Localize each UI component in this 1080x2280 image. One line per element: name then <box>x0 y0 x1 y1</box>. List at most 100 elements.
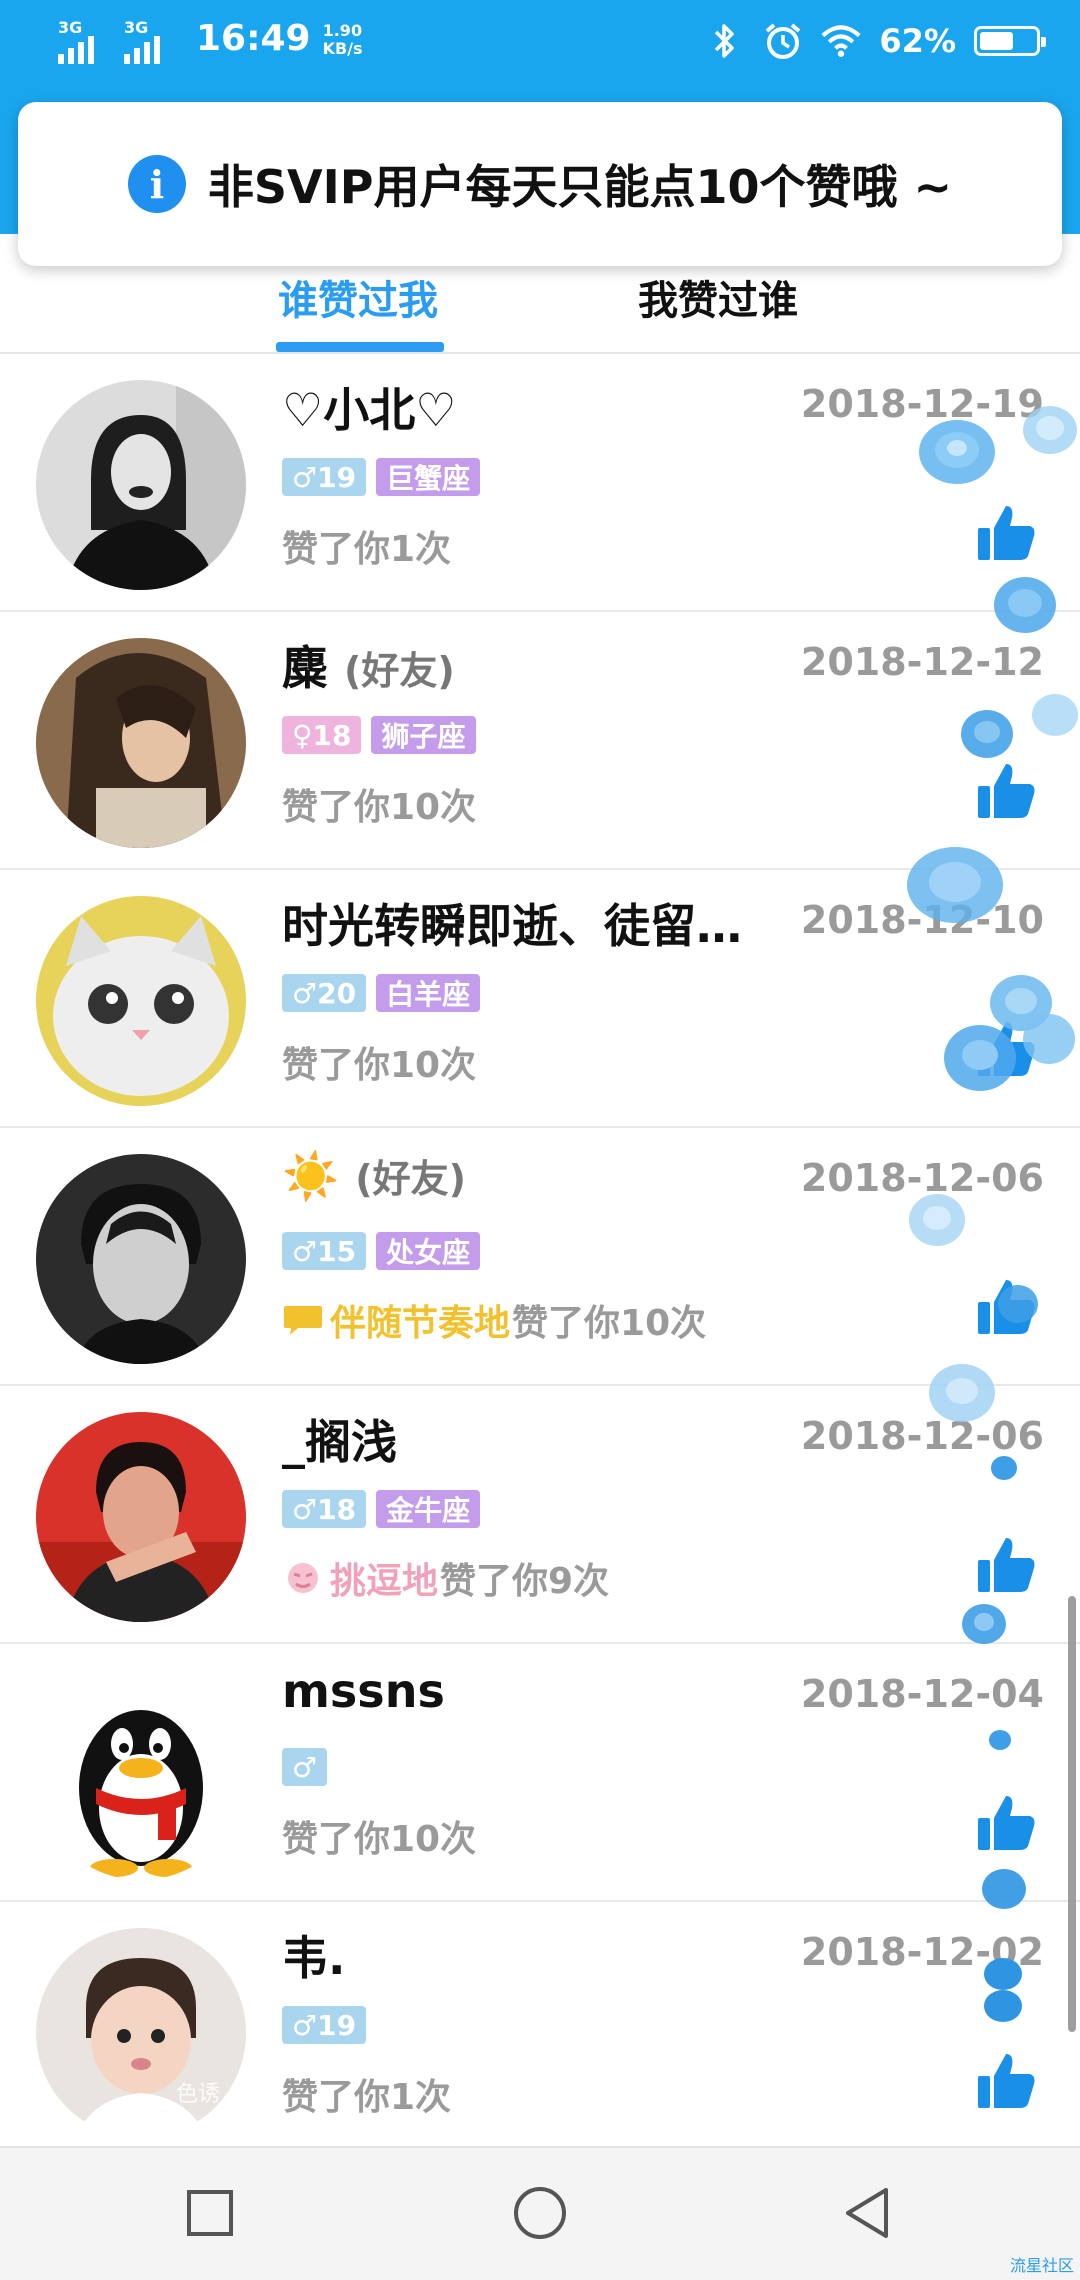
friend-tag: (好友) <box>344 649 455 693</box>
network-speed-value: 1.90 <box>322 21 363 40</box>
avatar[interactable] <box>36 1670 246 1880</box>
tab-who-i-liked[interactable]: 我赞过谁 <box>638 268 798 326</box>
blue-rose-decoration-icon <box>998 1285 1038 1323</box>
user-name: mssns <box>282 1664 445 1718</box>
list-item[interactable]: ☀️ (好友) 2018-12-06 ♂ 15 处女座 伴随节奏地 赞了你10次 <box>0 1128 1080 1386</box>
list-scrollbar[interactable] <box>1068 1596 1076 2032</box>
list-item[interactable]: _搁浅 2018-12-06 ♂ 18 金牛座 挑逗地 赞了你9次 <box>0 1386 1080 1644</box>
music-bubble-icon <box>284 1306 322 1335</box>
like-tone-text: 挑逗地 <box>330 1561 439 1602</box>
info-icon: i <box>127 155 186 213</box>
zodiac-badge: 处女座 <box>376 1232 481 1270</box>
user-name: 时光转瞬即逝、徒留… <box>282 890 742 956</box>
bluetooth-icon <box>705 21 745 61</box>
gender-age-badge: ♂ 18 <box>282 1490 367 1528</box>
signal-2: 3G <box>124 18 182 64</box>
status-bar: 3G 3G 16:49 1.90 KB/s 62% <box>0 0 1080 84</box>
blue-rose-decoration-icon <box>929 1364 995 1422</box>
age-text: 19 <box>317 2008 357 2042</box>
svip-limit-toast: i 非SVIP用户每天只能点10个赞哦 ~ <box>18 102 1062 266</box>
flirt-face-icon <box>288 1563 318 1593</box>
like-date: 2018-12-04 <box>800 1672 1044 1716</box>
status-bar-right: 62% <box>705 18 1046 64</box>
gender-symbol: ♂ <box>292 460 318 494</box>
thumbs-up-icon[interactable] <box>976 502 1038 564</box>
user-name-text: mssns <box>282 1664 445 1718</box>
thumbs-up-icon[interactable] <box>976 1792 1038 1854</box>
signal-1-label: 3G <box>58 18 83 37</box>
toast-message: 非SVIP用户每天只能点10个赞哦 ~ <box>207 160 953 214</box>
liked-count: 挑逗地 赞了你9次 <box>282 1552 609 1604</box>
system-nav-bar: 流星社区 <box>0 2146 1080 2280</box>
home-button[interactable] <box>495 2168 585 2258</box>
gender-age-badge: ♂ 20 <box>282 974 367 1012</box>
list-item[interactable]: 色诱 韦. 2018-12-02 ♂ 19 赞了你1次 <box>0 1902 1080 2160</box>
liked-count-text: 赞了你1次 <box>282 2077 452 2118</box>
signal-1-bars-icon <box>58 36 94 64</box>
user-name: ♡小北♡ <box>282 374 456 440</box>
blue-rose-decoration-icon <box>909 1194 965 1246</box>
liked-count-text: 赞了你1次 <box>282 529 452 570</box>
thumbs-up-icon[interactable] <box>976 760 1038 822</box>
age-text: 19 <box>317 460 357 494</box>
clock: 16:49 <box>196 18 311 59</box>
blue-rose-decoration-icon <box>961 710 1013 758</box>
liked-count: 赞了你10次 <box>282 1036 476 1088</box>
gender-symbol: ♂ <box>292 1492 318 1526</box>
user-badges: ♂ 19 巨蟹座 <box>282 458 481 496</box>
active-tab-indicator <box>276 342 444 352</box>
blue-rose-decoration-icon <box>907 847 1003 923</box>
liked-count: 赞了你1次 <box>282 2068 451 2120</box>
gender-age-badge: ♂ <box>282 1748 328 1786</box>
liked-count-text: 赞了你10次 <box>512 1303 707 1344</box>
list-item[interactable]: 麋 (好友) 2018-12-12 ♀ 18 狮子座 赞了你10次 <box>0 612 1080 870</box>
gender-symbol: ♂ <box>292 2008 318 2042</box>
recents-button[interactable] <box>165 2168 255 2258</box>
avatar[interactable] <box>36 638 246 848</box>
blue-rose-decoration-icon <box>1023 406 1077 454</box>
zodiac-badge: 狮子座 <box>371 716 476 754</box>
status-bar-left: 3G 3G 16:49 1.90 KB/s <box>58 14 363 64</box>
user-name-text: ♡小北♡ <box>282 383 457 437</box>
avatar[interactable]: 色诱 <box>36 1928 246 2138</box>
user-badges: ♂ 20 白羊座 <box>282 974 481 1012</box>
liked-count-text: 赞了你9次 <box>440 1561 610 1602</box>
liked-count: 伴随节奏地 赞了你10次 <box>282 1294 706 1346</box>
thumbs-up-icon[interactable] <box>976 1534 1038 1596</box>
avatar[interactable] <box>36 1154 246 1364</box>
age-text: 15 <box>317 1234 357 1268</box>
tab-who-liked-me[interactable]: 谁赞过我 <box>278 268 438 326</box>
user-name: 麋 (好友) <box>282 632 455 698</box>
avatar[interactable] <box>36 380 246 590</box>
user-name: 韦. <box>282 1922 345 1988</box>
blue-rose-decoration-icon <box>919 420 995 484</box>
back-button[interactable] <box>822 2168 912 2258</box>
age-text: 20 <box>317 976 357 1010</box>
user-badges: ♀ 18 狮子座 <box>282 716 476 754</box>
signal-1: 3G <box>58 18 116 64</box>
user-name: ☀️ (好友) <box>282 1148 466 1204</box>
friend-tag: (好友) <box>355 1157 467 1201</box>
age-text: 18 <box>317 1492 357 1526</box>
user-badges: ♂ <box>282 1748 328 1786</box>
zodiac-badge: 白羊座 <box>376 974 481 1012</box>
likes-list: ♡小北♡ 2018-12-19 ♂ 19 巨蟹座 赞了你1次 麋 (好友) 2018… <box>0 354 1080 2160</box>
like-date: 2018-12-06 <box>800 1414 1044 1458</box>
gender-symbol: ♂ <box>292 976 318 1010</box>
user-name-text: 麋 <box>282 641 328 695</box>
avatar-watermark-text: 色诱 <box>176 2082 221 2107</box>
avatar[interactable] <box>36 896 246 1106</box>
blue-rose-decoration-icon <box>984 1958 1022 2022</box>
liked-count-text: 赞了你10次 <box>282 787 477 828</box>
user-name-text: 时光转瞬即逝、徒留… <box>282 899 742 953</box>
user-badges: ♂ 15 处女座 <box>282 1232 481 1270</box>
thumbs-up-icon[interactable] <box>976 2050 1038 2112</box>
blue-rose-decoration-icon <box>989 1730 1011 1750</box>
avatar[interactable] <box>36 1412 246 1622</box>
blue-rose-decoration-icon <box>944 1025 1016 1091</box>
gender-age-badge: ♀ 18 <box>282 716 362 754</box>
list-item[interactable]: mssns 2018-12-04 ♂ 赞了你10次 <box>0 1644 1080 1902</box>
blue-rose-decoration-icon <box>982 1869 1026 1909</box>
user-name: _搁浅 <box>282 1406 397 1472</box>
user-name-text: ☀️ <box>282 1149 340 1203</box>
